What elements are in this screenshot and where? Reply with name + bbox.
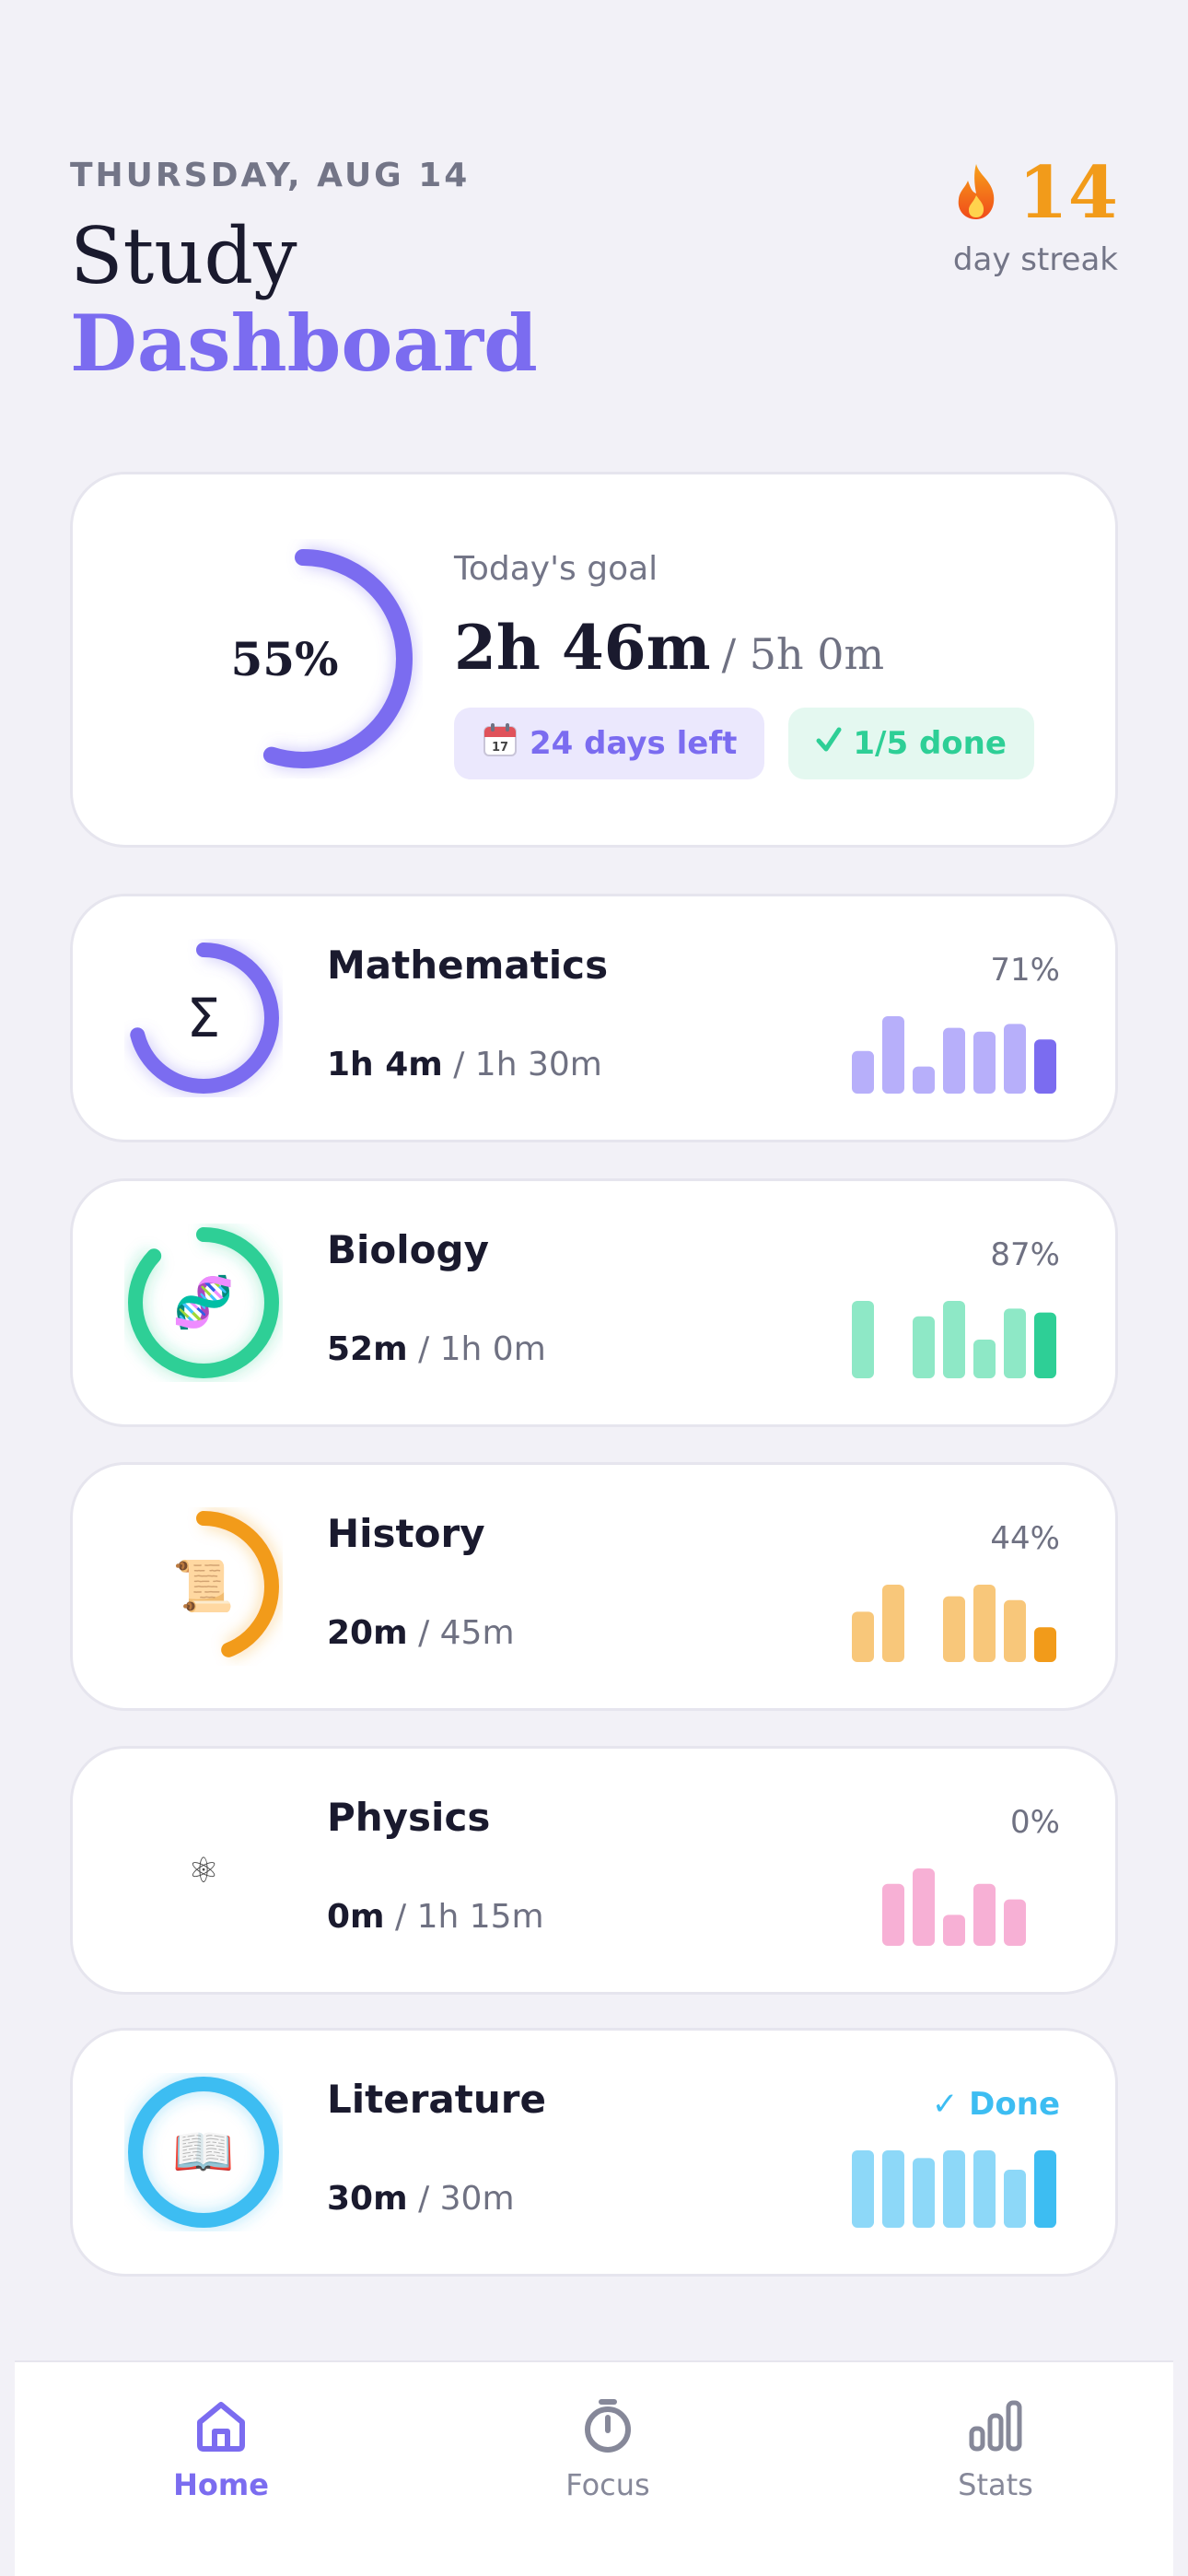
mini-chart-bar (913, 1066, 935, 1094)
mini-chart-bar (882, 1016, 904, 1094)
weekly-mini-chart (882, 1868, 1026, 1946)
weekly-mini-chart (852, 1585, 1056, 1662)
mini-chart-bar (852, 2150, 874, 2228)
mini-chart-bar (1034, 1627, 1056, 1662)
tab-focus-label: Focus (565, 2467, 650, 2502)
scroll-icon: 📜 (172, 1557, 235, 1615)
atom-icon: ⚛ (187, 1850, 220, 1891)
mini-chart-bar (882, 1585, 904, 1662)
tab-home[interactable]: Home (120, 2397, 322, 2502)
mini-chart-bar (1004, 1024, 1026, 1094)
mini-chart-bar (1004, 1308, 1026, 1378)
subject-name: History (327, 1511, 485, 1556)
header: THURSDAY, AUG 14 Study Dashboard 14 day … (70, 157, 1118, 405)
subject-status: 87% (990, 1236, 1060, 1273)
mini-chart-bar (1004, 2170, 1026, 2228)
streak-widget[interactable]: 14 day streak (951, 151, 1118, 279)
calendar-icon: 17 (482, 721, 518, 767)
mini-chart-bar (1034, 2150, 1056, 2228)
mini-chart-bar (852, 1301, 874, 1378)
tab-stats-label: Stats (958, 2467, 1033, 2502)
subject-target-time: / 30m (418, 2180, 515, 2218)
subject-card-mathematics[interactable]: Σ Mathematics 1h 4m / 1h 30m 71% (70, 894, 1118, 1142)
mini-chart-bar (1004, 1899, 1026, 1946)
page-title-line2: Dashboard (70, 298, 538, 389)
mini-chart-bar (1004, 1599, 1026, 1662)
goal-target-time: / 5h 0m (721, 629, 885, 679)
goal-studied-time: 2h 46m (454, 612, 711, 684)
mini-chart-bar (852, 1050, 874, 1094)
tab-stats[interactable]: Stats (894, 2397, 1097, 2502)
goal-label: Today's goal (454, 550, 658, 588)
home-icon (120, 2397, 322, 2454)
subject-name: Physics (327, 1795, 491, 1840)
subject-status: 44% (990, 1520, 1060, 1557)
subject-studied-time: 0m (327, 1898, 385, 1936)
mini-chart-bar (943, 1914, 965, 1946)
mini-chart-bar (973, 1031, 996, 1094)
weekly-mini-chart (852, 1301, 1056, 1378)
sigma-icon: Σ (186, 987, 221, 1049)
fire-icon (951, 162, 1001, 225)
check-icon (816, 725, 842, 762)
subject-target-time: / 1h 0m (418, 1330, 546, 1368)
subject-time: 20m / 45m (327, 1614, 515, 1652)
mini-chart-bar (882, 2150, 904, 2228)
done-count-text: 1/5 done (853, 725, 1007, 762)
tab-bar: Home Focus Stats (15, 2360, 1173, 2576)
subject-time: 52m / 1h 0m (327, 1330, 546, 1368)
mini-chart-bar (913, 2158, 935, 2228)
done-count-badge: 1/5 done (788, 708, 1034, 779)
subject-studied-time: 52m (327, 1330, 408, 1368)
subject-target-time: / 1h 15m (395, 1898, 544, 1936)
mini-chart-bar (852, 1611, 874, 1662)
subject-time: 30m / 30m (327, 2180, 515, 2218)
mini-chart-bar (913, 1868, 935, 1946)
subject-time: 1h 4m / 1h 30m (327, 1046, 602, 1083)
tab-home-label: Home (173, 2467, 269, 2502)
mini-chart-bar (943, 1301, 965, 1378)
days-left-badge: 17 24 days left (454, 708, 765, 779)
streak-count: 14 (1018, 151, 1118, 235)
weekly-mini-chart (852, 1016, 1056, 1094)
mini-chart-bar (882, 1883, 904, 1946)
mini-chart-bar (973, 1585, 996, 1662)
subject-name: Biology (327, 1227, 489, 1272)
subject-name: Literature (327, 2077, 546, 2122)
subject-card-physics[interactable]: ⚛ Physics 0m / 1h 15m 0% (70, 1746, 1118, 1995)
timer-icon (507, 2397, 709, 2454)
subject-time: 0m / 1h 15m (327, 1898, 544, 1936)
mini-chart-bar (913, 1316, 935, 1378)
book-icon: 📖 (172, 2123, 235, 2181)
subject-card-literature[interactable]: 📖 Literature 30m / 30m ✓ Done (70, 2028, 1118, 2277)
subject-card-biology[interactable]: 🧬 Biology 52m / 1h 0m 87% (70, 1178, 1118, 1427)
svg-text:17: 17 (492, 741, 508, 755)
subject-name: Mathematics (327, 943, 609, 988)
daily-goal-card[interactable]: 55% Today's goal 2h 46m / 5h 0m 17 24 da… (70, 472, 1118, 848)
subject-status: 0% (1010, 1804, 1060, 1841)
mini-chart-bar (943, 2150, 965, 2228)
subject-status: ✓ Done (931, 2086, 1060, 2123)
subject-target-time: / 45m (418, 1614, 515, 1652)
mini-chart-bar (973, 1340, 996, 1378)
mini-chart-bar (973, 2150, 996, 2228)
subject-studied-time: 30m (327, 2180, 408, 2218)
mini-chart-bar (973, 1883, 996, 1946)
bar-chart-icon (894, 2397, 1097, 2454)
mini-chart-bar (943, 1027, 965, 1094)
dna-icon: 🧬 (172, 1273, 235, 1331)
streak-label: day streak (952, 241, 1118, 278)
tab-focus[interactable]: Focus (507, 2397, 709, 2502)
subject-studied-time: 20m (327, 1614, 408, 1652)
subject-target-time: / 1h 30m (453, 1046, 602, 1083)
subject-card-history[interactable]: 📜 History 20m / 45m 44% (70, 1462, 1118, 1711)
weekly-mini-chart (852, 2150, 1056, 2228)
goal-percent: 55% (230, 631, 339, 686)
subject-status: 71% (990, 952, 1060, 989)
days-left-text: 24 days left (530, 725, 738, 762)
mini-chart-bar (1034, 1039, 1056, 1094)
subject-studied-time: 1h 4m (327, 1046, 443, 1083)
mini-chart-bar (943, 1596, 965, 1662)
mini-chart-bar (1034, 1312, 1056, 1378)
